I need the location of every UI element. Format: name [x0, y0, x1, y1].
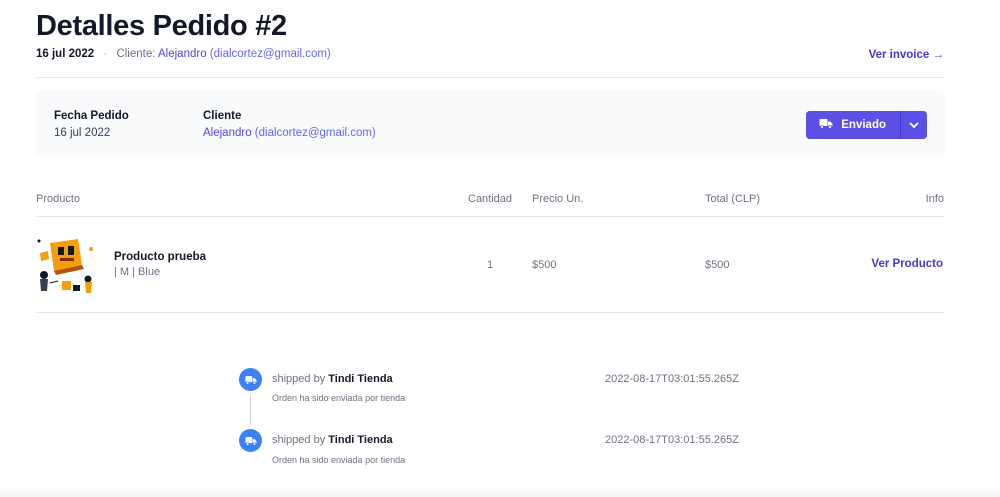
timeline-description: Orden ha sido enviada por tienda [272, 455, 406, 465]
product-unit-price: $500 [532, 259, 557, 271]
column-header-product: Producto [36, 193, 81, 205]
table-bottom-divider [36, 312, 945, 313]
timeline-timestamp: 2022-08-17T03:01:55.265Z [605, 373, 739, 385]
product-thumbnail [36, 235, 97, 295]
order-date-label: Fecha Pedido [54, 110, 129, 122]
product-name: Producto prueba [114, 251, 207, 263]
timeline-actor: Tindi Tienda [328, 434, 393, 446]
meta-separator: · [103, 48, 108, 60]
order-summary-panel: Fecha Pedido 16 jul 2022 Cliente Alejand… [36, 90, 945, 159]
column-header-total: Total (CLP) [705, 193, 761, 205]
timeline-timestamp: 2022-08-17T03:01:55.265Z [605, 434, 739, 446]
status-button-group: Enviado [806, 111, 927, 139]
product-total: $500 [705, 259, 730, 271]
client-label: Cliente: [116, 48, 156, 60]
client-email: (dialcortez@gmail.com) [209, 48, 331, 60]
client-label: Cliente [203, 110, 242, 122]
view-invoice-link[interactable]: Ver invoice → [869, 49, 944, 61]
timeline-title: shipped by Tindi Tienda [272, 434, 393, 446]
table-header-divider [36, 216, 945, 217]
column-header-quantity: Cantidad [468, 193, 513, 205]
timeline-action: shipped by [272, 434, 326, 446]
header-divider [36, 77, 945, 78]
status-button-label: Enviado [841, 119, 886, 131]
status-dropdown-toggle[interactable] [900, 111, 927, 139]
status-button[interactable]: Enviado [806, 111, 900, 139]
truck-icon [239, 429, 262, 452]
truck-icon [239, 368, 262, 391]
product-quantity: 1 [487, 259, 494, 271]
order-meta: 16 jul 2022 · Cliente: Alejandro (dialco… [36, 48, 331, 60]
column-header-unit-price: Precio Un. [532, 193, 584, 205]
order-date-value: 16 jul 2022 [54, 127, 111, 139]
product-variant: | M | Blue [114, 266, 161, 278]
timeline-actor: Tindi Tienda [328, 373, 393, 385]
chevron-down-icon [909, 116, 919, 134]
client-name-link[interactable]: Alejandro [158, 48, 207, 60]
client-name-link[interactable]: Alejandro [203, 127, 252, 139]
page-bottom-edge [0, 486, 1000, 497]
page-title: Detalles Pedido #2 [36, 10, 287, 42]
view-product-link[interactable]: Ver Producto [871, 258, 943, 270]
client-email: (dialcortez@gmail.com) [254, 127, 376, 139]
truck-icon [819, 118, 833, 132]
timeline-connector [250, 391, 251, 431]
timeline-description: Orden ha sido enviada por tienda [272, 393, 406, 403]
timeline-title: shipped by Tindi Tienda [272, 373, 393, 385]
timeline-action: shipped by [272, 373, 326, 385]
client-value: Alejandro (dialcortez@gmail.com) [203, 127, 376, 139]
order-date: 16 jul 2022 [36, 48, 95, 60]
column-header-info: Info [925, 193, 944, 205]
